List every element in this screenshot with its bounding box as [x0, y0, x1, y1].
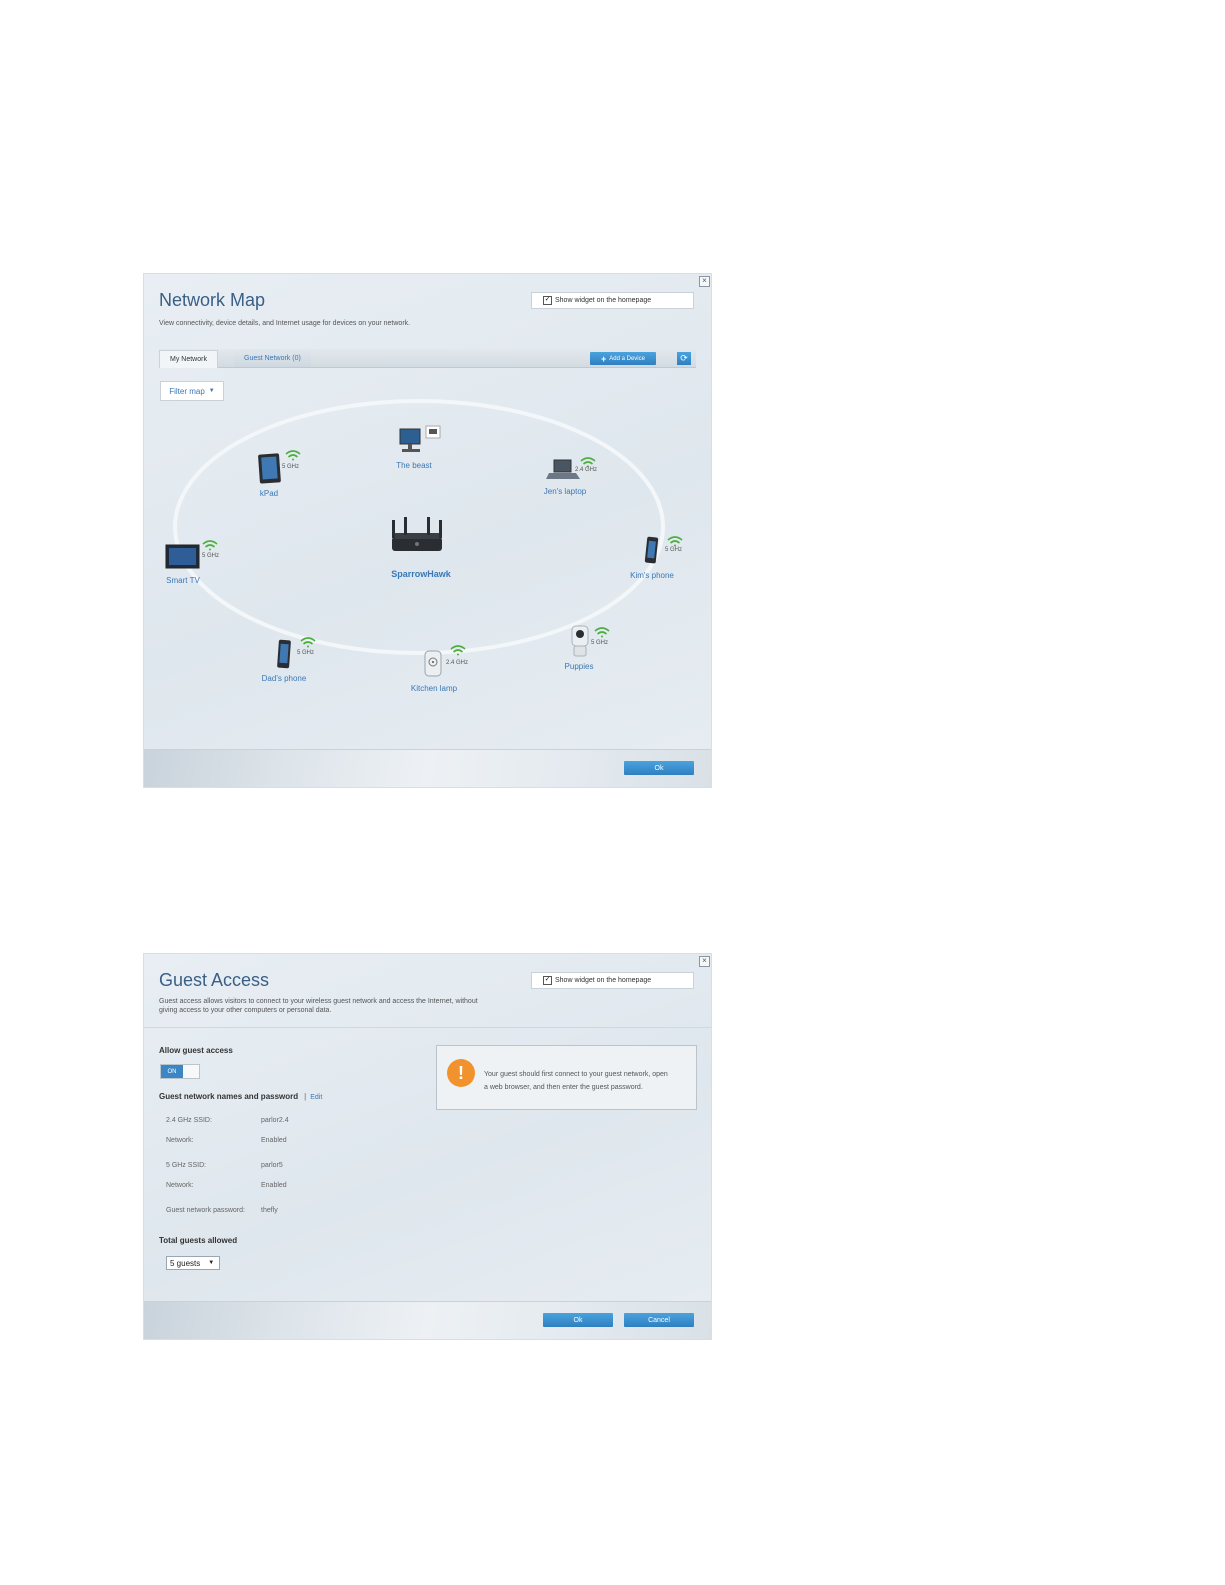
router-name[interactable]: SparrowHawk: [391, 569, 452, 579]
total-guests-heading: Total guests allowed: [159, 1236, 238, 1245]
wifi-icon: [594, 627, 610, 638]
field-value-24ghz-ssid: parlor2.4: [261, 1117, 289, 1124]
band-label-kims-phone: 5 GHz: [665, 547, 682, 553]
band-label-dads-phone: 5 GHz: [297, 650, 314, 656]
info-text-line1: Your guest should first connect to your …: [484, 1071, 668, 1078]
page-subtitle-line1: Guest access allows visitors to connect …: [159, 998, 478, 1005]
ok-button[interactable]: Ok: [543, 1313, 613, 1327]
phone-icon[interactable]: [277, 639, 291, 669]
panel-footer: Ok Cancel: [144, 1301, 711, 1339]
device-label-dads-phone[interactable]: Dad's phone: [262, 674, 307, 683]
show-widget-label: Show widget on the homepage: [555, 977, 652, 984]
field-key-network-5: Network:: [166, 1182, 194, 1189]
guest-names-heading-text: Guest network names and password: [159, 1092, 299, 1101]
guest-names-heading: Guest network names and password | Edit: [159, 1092, 322, 1101]
guest-access-panel: × Guest Access Guest access allows visit…: [143, 953, 712, 1340]
network-map-panel: × Network Map View connectivity, device …: [143, 273, 712, 788]
total-guests-select[interactable]: 5 guests ▼: [166, 1256, 220, 1270]
separator: |: [304, 1092, 307, 1101]
caret-down-icon: ▼: [208, 1260, 215, 1266]
field-value-guest-password: thefly: [261, 1207, 278, 1214]
band-label-kitchen-lamp: 2.4 GHz: [446, 660, 468, 666]
divider: [144, 1027, 711, 1028]
field-value-network-24: Enabled: [261, 1137, 287, 1144]
device-label-kpad[interactable]: kPad: [260, 489, 278, 498]
tablet-icon[interactable]: [258, 453, 281, 484]
warning-icon: !: [447, 1059, 475, 1087]
total-guests-value: 5 guests: [170, 1258, 201, 1268]
close-icon[interactable]: ×: [699, 956, 710, 967]
field-value-network-5: Enabled: [261, 1182, 287, 1189]
field-key-network-24: Network:: [166, 1137, 194, 1144]
page-title: Guest Access: [159, 970, 270, 990]
panel-footer: Ok: [144, 749, 711, 787]
band-label-puppies: 5 GHz: [591, 640, 608, 646]
toggle-on-label: ON: [161, 1065, 183, 1078]
wifi-icon: [667, 536, 683, 547]
ok-button[interactable]: Ok: [624, 761, 694, 775]
band-label-jens-laptop: 2.4 GHz: [575, 467, 597, 473]
info-text-line2: a web browser, and then enter the guest …: [484, 1084, 643, 1091]
allow-guest-heading: Allow guest access: [159, 1046, 233, 1055]
page-subtitle-line2: giving access to your other computers or…: [159, 1007, 332, 1014]
edit-link[interactable]: Edit: [310, 1094, 322, 1101]
checkbox-check-icon[interactable]: ✓: [543, 976, 552, 985]
field-value-5ghz-ssid: parlor5: [261, 1162, 283, 1169]
field-key-24ghz-ssid: 2.4 GHz SSID:: [166, 1117, 212, 1124]
wifi-icon: [202, 540, 218, 551]
tv-icon[interactable]: [165, 544, 200, 569]
wifi-icon: [285, 450, 301, 461]
device-label-kitchen-lamp[interactable]: Kitchen lamp: [411, 684, 458, 693]
cancel-button[interactable]: Cancel: [624, 1313, 694, 1327]
band-label-kpad: 5 GHz: [282, 464, 299, 470]
field-key-5ghz-ssid: 5 GHz SSID:: [166, 1162, 207, 1169]
info-text: Your guest should first connect to your …: [484, 1068, 692, 1094]
info-box: ! Your guest should first connect to you…: [436, 1045, 697, 1110]
field-key-guest-password: Guest network password:: [166, 1207, 245, 1214]
device-label-smart-tv[interactable]: Smart TV: [166, 576, 200, 585]
router-icon[interactable]: [392, 517, 442, 551]
device-label-jens-laptop[interactable]: Jen's laptop: [544, 487, 587, 496]
device-label-the-beast[interactable]: The beast: [396, 461, 432, 470]
show-widget-checkbox[interactable]: ✓ Show widget on the homepage: [531, 972, 694, 989]
device-label-kims-phone[interactable]: Kim's phone: [630, 571, 674, 580]
guest-access-toggle[interactable]: ON: [160, 1064, 200, 1079]
band-label-smart-tv: 5 GHz: [202, 553, 219, 559]
smart-plug-icon[interactable]: [424, 650, 442, 677]
network-map-canvas: SparrowHawk The beast 2.4 GHz Jen's lapt…: [165, 399, 683, 693]
camera-icon[interactable]: [571, 625, 589, 657]
device-label-puppies[interactable]: Puppies: [565, 662, 594, 671]
desktop-icon[interactable]: [399, 425, 441, 452]
